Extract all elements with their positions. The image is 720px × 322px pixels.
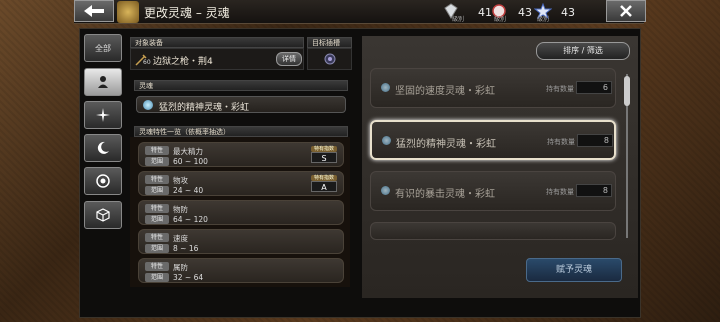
sort-filter-button[interactable]: 排序 / 筛选 (536, 42, 630, 60)
target-slot (307, 48, 352, 70)
trait-tag: 特性 (145, 204, 169, 213)
close-button[interactable] (606, 0, 646, 22)
selected-soul-field: 猛烈的精神灵魂・彩虹 (136, 96, 346, 113)
soul-list-item-selected[interactable]: 猛烈的精神灵魂・彩虹 持有数量 8 (370, 120, 616, 160)
page-title: 更改灵魂 – 灵魂 (144, 6, 230, 20)
qty-value: 8 (577, 134, 613, 147)
rank-value: A (311, 181, 337, 192)
moon-icon (97, 141, 109, 154)
selected-soul-name: 猛烈的精神灵魂・彩虹 (159, 103, 250, 113)
range-tag: 范围 (145, 215, 169, 224)
soul-item-name: 坚固的速度灵魂・彩虹 (395, 86, 495, 97)
soul-menu-icon (117, 1, 139, 23)
scroll-thumb[interactable] (624, 76, 630, 106)
target-icon (96, 174, 110, 188)
trait-name: 属防 (173, 263, 188, 272)
rank-badge: 特有指数 A (311, 175, 337, 193)
currency-value: 43 (561, 6, 575, 19)
rank-badge: 特有指数 S (311, 146, 337, 164)
rank-value: S (311, 152, 337, 163)
detail-button[interactable]: 详情 (276, 52, 302, 66)
trait-tag: 特性 (145, 146, 169, 155)
sidebar-item-all[interactable]: 全部 (84, 34, 122, 62)
soul-item-name: 猛烈的精神灵魂・彩虹 (396, 139, 496, 150)
qty-label: 持有数量 (546, 188, 574, 196)
equipment-section-header: 对象装备 (130, 37, 304, 48)
soul-icon (143, 100, 153, 110)
cube-icon (96, 208, 110, 222)
trait-range: 60 ~ 100 (173, 157, 208, 166)
trait-range: 8 ~ 16 (173, 244, 199, 253)
close-icon (620, 5, 632, 17)
trait-range: 24 ~ 40 (173, 186, 204, 195)
soul-section-header: 灵魂 (134, 80, 348, 91)
sidebar-item-moon[interactable] (84, 134, 122, 162)
range-tag: 范围 (145, 273, 169, 282)
trait-list: 特性 最大精力 范围 60 ~ 100 特有指数 S 特性 物攻 范围 24 ~… (130, 137, 350, 287)
trait-range: 64 ~ 120 (173, 215, 208, 224)
sidebar-item-star[interactable] (84, 101, 122, 129)
trait-tag: 特性 (145, 175, 169, 184)
star-burst-icon (96, 108, 110, 122)
traits-section-header: 灵魂特性一览（依概率抽选） (134, 126, 348, 137)
target-slot-header: 目标插槽 (307, 37, 352, 48)
trait-tag: 特性 (145, 233, 169, 242)
trait-item: 特性 物攻 范围 24 ~ 40 特有指数 A (138, 171, 344, 196)
soul-item-name: 有识的暴击灵魂・彩虹 (395, 189, 495, 200)
range-tag: 范围 (145, 157, 169, 166)
qty-value: 8 (576, 184, 612, 197)
soul-icon (381, 186, 390, 195)
soul-icon (381, 83, 390, 92)
currency-label: 級別 (537, 16, 550, 23)
currency-label: 級別 (494, 16, 507, 23)
trait-name: 物防 (173, 205, 188, 214)
soul-list-item-partial[interactable] (370, 222, 616, 240)
soul-list-scrollbar[interactable] (624, 66, 630, 242)
currency-value: 43 (518, 6, 532, 19)
trait-item: 特性 速度 范围 8 ~ 16 (138, 229, 344, 254)
assign-soul-button[interactable]: 赋予灵魂 (526, 258, 622, 282)
sidebar-item-target[interactable] (84, 167, 122, 195)
trait-item: 特性 最大精力 范围 60 ~ 100 特有指数 S (138, 142, 344, 167)
sidebar-item-person[interactable] (84, 68, 122, 96)
qty-label: 持有数量 (547, 138, 575, 146)
sidebar-item-cube[interactable] (84, 201, 122, 229)
person-icon (98, 76, 108, 88)
trait-range: 32 ~ 64 (173, 273, 204, 282)
soul-icon (382, 136, 391, 145)
equipment-name: 边狱之枪・荆4 (153, 57, 213, 67)
slot-gem-icon (324, 53, 335, 65)
qty-value: 6 (576, 81, 612, 94)
equipment-level: 60 (143, 59, 151, 66)
soul-list-item[interactable]: 有识的暴击灵魂・彩虹 持有数量 8 (370, 171, 616, 211)
currency-label: 級別 (452, 16, 465, 23)
soul-list-item[interactable]: 坚固的速度灵魂・彩虹 持有数量 6 (370, 68, 616, 108)
trait-item: 特性 物防 范围 64 ~ 120 (138, 200, 344, 225)
trait-name: 最大精力 (173, 147, 203, 156)
range-tag: 范围 (145, 186, 169, 195)
back-arrow-icon (84, 5, 104, 17)
trait-name: 速度 (173, 234, 188, 243)
trait-tag: 特性 (145, 262, 169, 271)
back-button[interactable] (74, 0, 114, 22)
qty-label: 持有数量 (546, 85, 574, 93)
trait-item: 特性 属防 范围 32 ~ 64 (138, 258, 344, 283)
range-tag: 范围 (145, 244, 169, 253)
trait-name: 物攻 (173, 176, 188, 185)
